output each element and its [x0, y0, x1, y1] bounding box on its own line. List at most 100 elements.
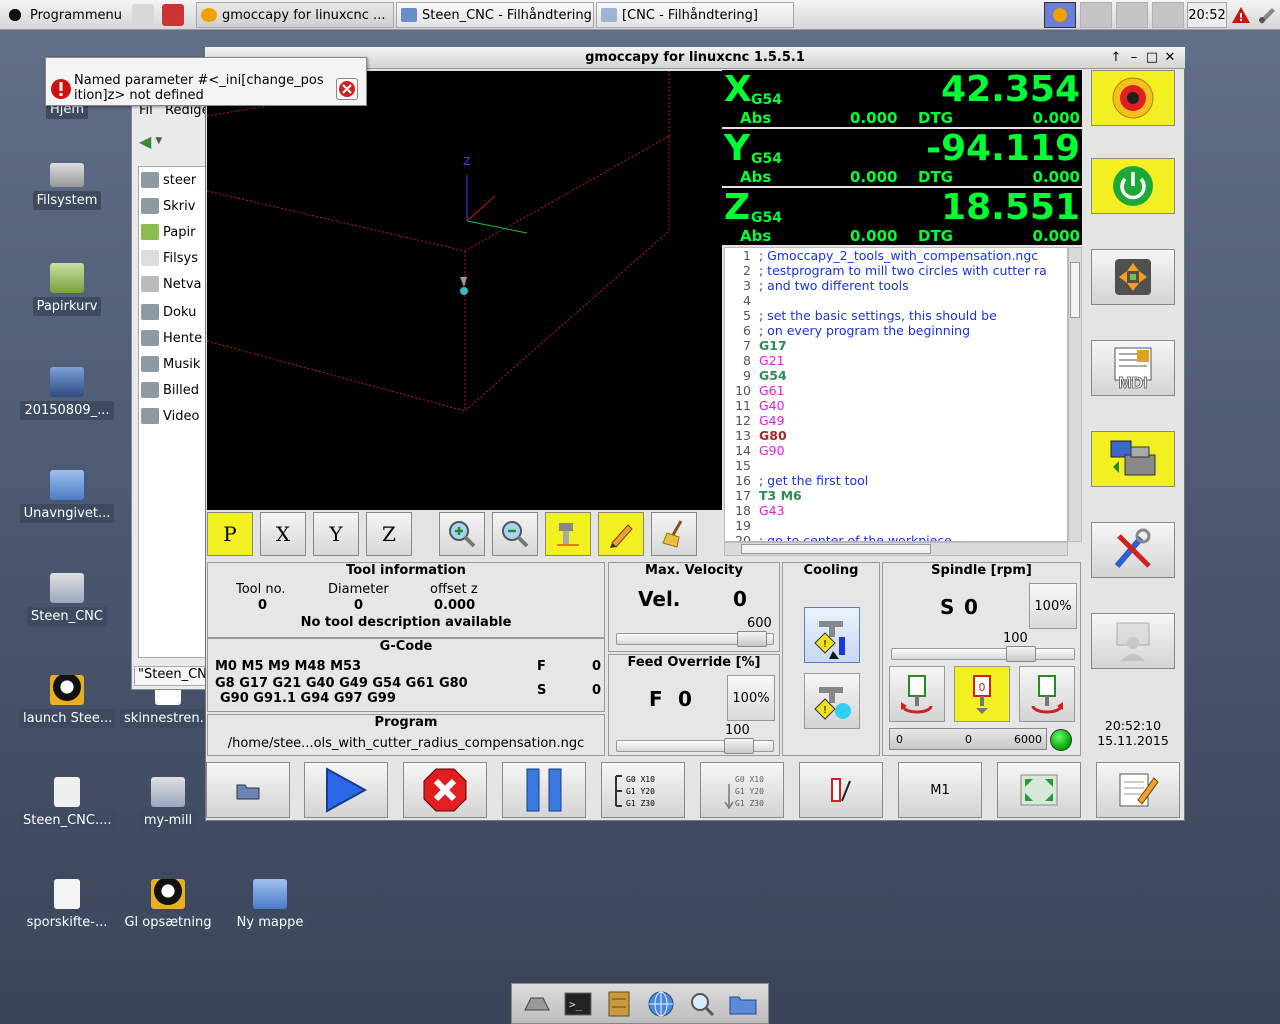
desktop-icon-my-mill[interactable]: my-mill: [120, 777, 216, 833]
auto-mode-button[interactable]: [1091, 431, 1175, 487]
window-maximize-button[interactable]: □: [1144, 50, 1160, 66]
gcode-horizontal-scrollbar[interactable]: [724, 542, 1068, 556]
gcode-view[interactable]: 1 ; Gmoccapy_2_tools_with_compensation.ng…: [724, 247, 1068, 542]
clear-plot-button[interactable]: [651, 512, 697, 556]
run-program-button[interactable]: [304, 762, 388, 818]
search-icon[interactable]: [687, 989, 717, 1019]
view-y-button[interactable]: Y: [313, 512, 359, 556]
gcode-line[interactable]: 11 G40: [725, 398, 1067, 413]
spindle-reset-100-button[interactable]: 100%: [1029, 583, 1077, 629]
dro-x[interactable]: X G54 42.354 Abs 0.000 DTG 0.000: [722, 70, 1082, 127]
desktop-icon-steen-cnc-2[interactable]: Steen_CNC....: [19, 777, 115, 833]
fm-place[interactable]: Doku: [141, 300, 211, 324]
file-manager-icon[interactable]: [604, 989, 634, 1019]
fm-place[interactable]: Papir: [141, 220, 211, 244]
workspace-1[interactable]: [1044, 2, 1076, 28]
task-gmoccapy[interactable]: gmoccapy for linuxcnc ...: [196, 2, 394, 28]
zoom-out-button[interactable]: [492, 512, 538, 556]
mist-coolant-button[interactable]: !: [804, 673, 860, 729]
slider-thumb[interactable]: [1006, 646, 1036, 662]
gcode-vertical-scrollbar[interactable]: [1068, 247, 1082, 542]
gcode-line[interactable]: 13 G80: [725, 428, 1067, 443]
desktop-icon-papirkurv[interactable]: Papirkurv: [19, 263, 115, 319]
launcher-logout-icon[interactable]: [162, 4, 184, 26]
feed-reset-100-button[interactable]: 100%: [727, 675, 775, 721]
launcher-linux-icon[interactable]: [132, 4, 154, 26]
desktop-icon-filsystem[interactable]: Filsystem: [19, 163, 115, 213]
fm-place[interactable]: Netva: [141, 272, 211, 296]
fm-place[interactable]: Filsys: [141, 246, 211, 270]
fm-place[interactable]: Musik: [141, 352, 211, 376]
workspace-3[interactable]: [1116, 2, 1148, 28]
gcode-line[interactable]: 6 ; on every program the beginning: [725, 323, 1067, 338]
fm-back-button[interactable]: ◀ ▼: [139, 130, 187, 152]
terminal-icon[interactable]: >_: [563, 989, 593, 1019]
view-perspective-button[interactable]: P: [207, 512, 253, 556]
spindle-left-button[interactable]: [889, 666, 945, 722]
program-menu-button[interactable]: Programmenu: [4, 3, 122, 27]
gcode-line[interactable]: 4: [725, 293, 1067, 308]
mdi-mode-button[interactable]: MDI: [1091, 340, 1175, 396]
network-icon[interactable]: [1256, 5, 1278, 25]
workspace-4[interactable]: [1152, 2, 1184, 28]
gcode-line[interactable]: 18 G43: [725, 503, 1067, 518]
show-desktop-icon[interactable]: [522, 989, 552, 1019]
fm-place[interactable]: steer: [141, 168, 211, 192]
gcode-line[interactable]: 5 ; set the basic settings, this should b…: [725, 308, 1067, 323]
run-from-line-button[interactable]: G0 X10 G1 Y20 G1 Z30: [700, 762, 784, 818]
block-delete-button[interactable]: [799, 762, 883, 818]
pause-program-button[interactable]: [502, 762, 586, 818]
edit-program-button[interactable]: [1096, 762, 1180, 818]
spindle-stop-button[interactable]: 0: [954, 666, 1010, 722]
zoom-in-button[interactable]: [439, 512, 485, 556]
gcode-line[interactable]: 1 ; Gmoccapy_2_tools_with_compensation.ng…: [725, 248, 1067, 263]
desktop-icon-gl-opsaetning[interactable]: Gl opsætning: [120, 879, 216, 935]
gcode-line[interactable]: 3 ; and two different tools: [725, 278, 1067, 293]
scroll-thumb[interactable]: [741, 544, 931, 554]
spindle-right-button[interactable]: [1019, 666, 1075, 722]
fullscreen-button[interactable]: [997, 762, 1081, 818]
dro-z[interactable]: Z G54 18.551 Abs 0.000 DTG 0.000: [722, 188, 1082, 245]
task-steen-cnc-filemanager[interactable]: Steen_CNC - Filhåndtering: [396, 2, 594, 28]
gcode-line[interactable]: 8 G21: [725, 353, 1067, 368]
desktop-icon-steen-cnc[interactable]: Steen_CNC: [19, 573, 115, 629]
gcode-line[interactable]: 12 G49: [725, 413, 1067, 428]
panel-clock[interactable]: 20:52: [1187, 2, 1227, 28]
window-close-button[interactable]: ✕: [1162, 50, 1178, 66]
gcode-line[interactable]: 16 ; get the first tool: [725, 473, 1067, 488]
gcode-line[interactable]: 19: [725, 518, 1067, 533]
desktop-icon-sporskifte[interactable]: sporskifte-...: [19, 879, 115, 935]
dro-y[interactable]: Y G54 -94.119 Abs 0.000 DTG 0.000: [722, 129, 1082, 186]
desktop-icon-image[interactable]: 20150809_...: [19, 367, 115, 423]
step-program-button[interactable]: G0 X10 G1 Y20 G1 Z30: [601, 762, 685, 818]
max-velocity-slider[interactable]: [616, 631, 774, 647]
gcode-line[interactable]: 14 G90: [725, 443, 1067, 458]
warning-icon[interactable]: !: [1231, 6, 1251, 24]
fm-place[interactable]: Skriv: [141, 194, 211, 218]
fm-place[interactable]: Video: [141, 404, 211, 428]
gcode-line[interactable]: 9 G54: [725, 368, 1067, 383]
gcode-line[interactable]: 20 ; go to center of the workpiece: [725, 533, 1067, 541]
settings-button[interactable]: [1091, 522, 1175, 578]
view-x-button[interactable]: X: [260, 512, 306, 556]
gcode-line[interactable]: 17 T3 M6: [725, 488, 1067, 503]
workspace-2[interactable]: [1080, 2, 1112, 28]
desktop-icon-ny-mappe[interactable]: Ny mappe: [222, 879, 318, 935]
show-toolpath-button[interactable]: [598, 512, 644, 556]
spindle-override-slider[interactable]: [891, 646, 1075, 662]
optional-stop-button[interactable]: M1: [898, 762, 982, 818]
desktop-icon-launch-steen[interactable]: launch Stee...: [19, 675, 115, 731]
gcode-line[interactable]: 10 G61: [725, 383, 1067, 398]
gcode-line[interactable]: 2 ; testprogram to mill two circles with …: [725, 263, 1067, 278]
desktop-icon-unavngivet[interactable]: Unavngivet...: [19, 470, 115, 526]
show-dimensions-button[interactable]: [545, 512, 591, 556]
window-up-button[interactable]: ↑: [1108, 50, 1124, 66]
stop-program-button[interactable]: [403, 762, 487, 818]
fm-place[interactable]: Billed: [141, 378, 211, 402]
web-browser-icon[interactable]: [646, 989, 676, 1019]
gcode-line[interactable]: 15: [725, 458, 1067, 473]
toolpath-preview[interactable]: Z: [206, 71, 722, 510]
window-minimize-button[interactable]: –: [1126, 50, 1142, 66]
gcode-line[interactable]: 7 G17: [725, 338, 1067, 353]
slider-thumb[interactable]: [724, 738, 755, 754]
